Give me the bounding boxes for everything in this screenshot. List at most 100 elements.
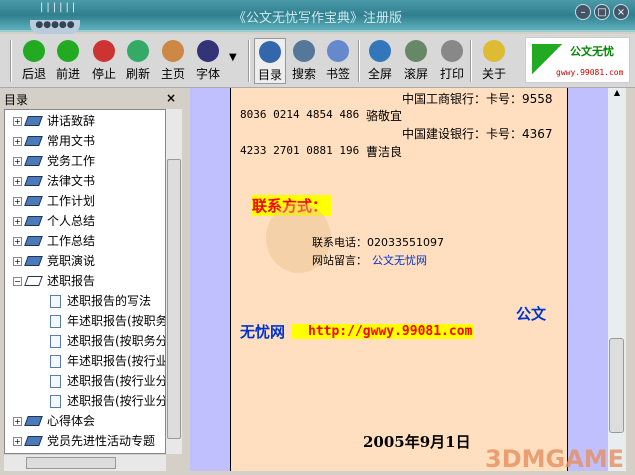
toolbar-button-label: 前进 (55, 67, 80, 81)
toolbar: ▼ 公文无忧 gwwy.99081.com 后退 前进 停止 刷新 主页 字体 目录 搜索 书签… (0, 34, 635, 88)
expand-icon[interactable]: + (13, 196, 22, 206)
expand-icon[interactable]: + (13, 436, 22, 446)
tree-item-label: 个人总结 (47, 214, 96, 228)
tree-item[interactable]: 述职报告(按行业分 (50, 391, 166, 411)
expand-icon[interactable]: + (13, 416, 22, 426)
toolbar-button-0[interactable]: 后退 (18, 38, 50, 84)
tree-item-label: 述职报告(按行业分 (67, 374, 166, 388)
logo: 公文无忧 gwwy.99081.com (525, 37, 630, 83)
tree-item[interactable]: 述职报告(按职务分 (50, 331, 166, 351)
toolbar-button-11[interactable]: 打印 (436, 38, 468, 84)
document-icon (50, 294, 61, 308)
toolbar-button-2[interactable]: 停止 (88, 38, 120, 84)
search-icon (293, 40, 315, 62)
toolbar-button-label: 字体 (195, 67, 220, 81)
toolbar-button-1[interactable]: 前进 (52, 38, 84, 84)
site-name-part1: 公文 (516, 305, 547, 323)
maximize-icon[interactable]: □ (594, 4, 610, 20)
tree-item[interactable]: + 党务工作 (13, 151, 95, 171)
tree-item-label: 述职报告(按职务分 (67, 334, 166, 348)
book-icon (24, 436, 43, 446)
tree-item[interactable]: 述职报告(按行业分 (50, 371, 166, 391)
tree-item[interactable]: + 党员先进性活动专题 (13, 431, 155, 451)
expand-icon[interactable]: + (13, 136, 22, 146)
collapse-icon[interactable]: − (13, 276, 22, 286)
tree-item[interactable]: + 法律文书 (13, 171, 95, 191)
toolbar-button-8[interactable]: 书签 (322, 38, 354, 84)
open-book-icon (24, 276, 43, 286)
toolbar-button-9[interactable]: 全屏 (364, 38, 396, 84)
toolbar-button-3[interactable]: 刷新 (122, 38, 154, 84)
toolbar-button-12[interactable]: 关于 (478, 38, 510, 84)
stop-icon (93, 40, 115, 62)
tree-vertical-scrollbar[interactable] (166, 109, 182, 454)
expand-icon[interactable]: + (13, 176, 22, 186)
tree-horizontal-scrollbar[interactable] (4, 455, 166, 471)
tree-item[interactable]: 年述职报告(按职务 (50, 311, 166, 331)
autoscroll-icon (405, 40, 427, 62)
msg-link[interactable]: 公文无忧网 (372, 252, 427, 268)
expand-icon[interactable]: + (13, 216, 22, 226)
tree-item-label: 年述职报告(按行业 (67, 354, 166, 368)
minimize-icon[interactable]: – (575, 4, 591, 20)
font-dropdown-arrow[interactable]: ▼ (229, 52, 237, 63)
toolbar-button-label: 停止 (91, 67, 116, 81)
print-icon (441, 40, 463, 62)
toolbar-button-label: 刷新 (125, 67, 150, 81)
tree-item-label: 党务工作 (47, 154, 96, 168)
book-icon (24, 256, 43, 266)
toolbar-button-6[interactable]: 目录 (254, 38, 286, 84)
tree-item[interactable]: + 心得体会 (13, 411, 95, 431)
tree-item-label: 党员先进性活动专题 (47, 434, 156, 448)
expand-icon[interactable]: + (13, 236, 22, 246)
document-scrollbar[interactable]: ▲ (608, 88, 626, 471)
tree-item[interactable]: + 工作计划 (13, 191, 95, 211)
acct1: 8036 0214 4854 486 (240, 108, 360, 121)
book-icon (24, 136, 43, 146)
refresh-icon (127, 40, 149, 62)
name2: 曹洁良 (366, 145, 403, 159)
forward-arrow-icon (57, 40, 79, 62)
document-icon (50, 354, 61, 368)
tree-item-label: 工作总结 (47, 234, 96, 248)
document-icon (50, 314, 61, 328)
tree-item-label: 年述职报告(按职务 (67, 314, 166, 328)
toolbar-button-10[interactable]: 滚屏 (400, 38, 432, 84)
tree-item[interactable]: + 竞职演说 (13, 251, 95, 271)
tree-item[interactable]: + 工作总结 (13, 231, 95, 251)
phone: 联系电话：02033551097 (312, 236, 444, 249)
expand-icon[interactable]: + (13, 116, 22, 126)
sidebar: 目录 × + 讲话致辞 + 常用文书 + 党务工作 + 法律文书 + 工作计划 + 个人总结 + 工作总结 +… (0, 88, 186, 475)
contents-icon (259, 41, 281, 63)
tree-item-label: 常用文书 (47, 134, 96, 148)
toolbar-button-label: 打印 (439, 67, 464, 81)
tree-item[interactable]: 年述职报告(按行业 (50, 351, 166, 371)
sidebar-close-button[interactable]: × (166, 91, 176, 105)
close-icon[interactable]: × (613, 4, 629, 20)
acct2: 4233 2701 0881 196 (240, 144, 360, 157)
book-icon (24, 236, 43, 246)
tree-item-label: 述职报告的写法 (67, 294, 152, 308)
toolbar-button-7[interactable]: 搜索 (288, 38, 320, 84)
toolbar-button-4[interactable]: 主页 (157, 38, 189, 84)
book-icon (24, 196, 43, 206)
3dmgame-watermark: 3DMGAME (485, 445, 625, 473)
tree-item[interactable]: + 个人总结 (13, 211, 95, 231)
about-cursor-icon (483, 40, 505, 62)
expand-icon[interactable]: + (13, 156, 22, 166)
sidebar-title: 目录 (4, 93, 29, 107)
toolbar-button-label: 书签 (325, 67, 350, 81)
tree-item-label: 述职报告(按行业分 (67, 394, 166, 408)
tree-item[interactable]: + 讲话致辞 (13, 111, 95, 131)
tree-item[interactable]: + 常用文书 (13, 131, 95, 151)
book-icon (24, 156, 43, 166)
tree-item-label: 工作计划 (47, 194, 96, 208)
book-icon (24, 116, 43, 126)
site-url-link[interactable]: http://gwwy.99081.com (292, 324, 475, 339)
document-page: 中国工商银行：卡号：9558 8036 0214 4854 486 骆敬宜 中国… (230, 88, 568, 471)
tree-item[interactable]: 述职报告的写法 (50, 291, 151, 311)
toolbar-button-5[interactable]: 字体 (192, 38, 224, 84)
tree-item[interactable]: − 述职报告 (13, 271, 95, 291)
expand-icon[interactable]: + (13, 256, 22, 266)
msg-label: 网站留言： (312, 254, 367, 267)
